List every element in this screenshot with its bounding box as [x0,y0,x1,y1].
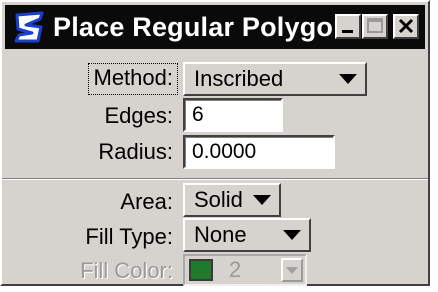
edges-label: Edges: [104,103,174,128]
place-regular-polygon-dialog: Place Regular Polygon Method: Inscribed … [0,0,430,286]
chevron-down-icon [253,195,271,205]
minimize-icon [342,30,353,33]
title-bar[interactable]: Place Regular Polygon [5,5,425,49]
chevron-down-icon [286,267,298,274]
window-title: Place Regular Polygon [53,12,350,42]
area-label: Area: [120,189,173,214]
minimize-button[interactable] [335,14,361,39]
close-icon [398,18,414,34]
method-value: Inscribed [194,66,284,91]
fill-type-value: None [194,222,247,247]
fill-type-dropdown[interactable]: None [183,218,311,252]
area-dropdown[interactable]: Solid [183,183,281,217]
chevron-down-icon [339,74,357,84]
area-value: Solid [194,187,243,212]
separator [2,178,428,180]
fill-color-value: 2 [229,257,242,282]
microstation-logo-icon [14,11,44,43]
fill-color-label: Fill Color: [80,258,173,283]
fill-color-dropdown-button[interactable] [281,258,303,282]
radius-input[interactable]: 0.0000 [183,135,335,169]
maximize-button[interactable] [362,14,388,39]
chevron-down-icon [283,230,301,240]
close-button[interactable] [393,14,419,39]
color-swatch [189,259,213,281]
edges-input[interactable]: 6 [183,98,283,132]
radius-label: Radius: [98,139,173,164]
maximize-icon [367,18,383,33]
fill-type-label: Fill Type: [85,224,173,249]
method-dropdown[interactable]: Inscribed [183,62,367,96]
method-label: Method: [93,65,174,90]
fill-color-picker[interactable]: 2 [183,254,307,286]
